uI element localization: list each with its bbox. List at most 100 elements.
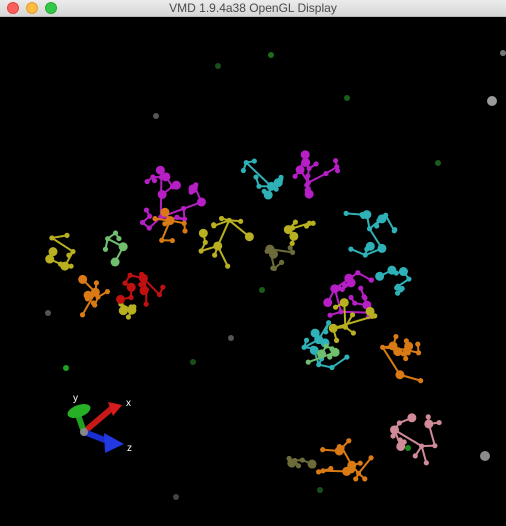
stray-atoms bbox=[45, 50, 506, 500]
atom bbox=[300, 150, 310, 160]
atom bbox=[152, 216, 158, 222]
atom bbox=[375, 271, 385, 281]
atom bbox=[116, 235, 122, 242]
atom bbox=[377, 214, 387, 224]
atom bbox=[226, 217, 232, 223]
atom bbox=[290, 225, 296, 231]
atom bbox=[320, 447, 326, 453]
fragment-cyan bbox=[240, 158, 284, 200]
atom bbox=[301, 344, 307, 350]
atom bbox=[144, 178, 150, 185]
atom bbox=[93, 280, 100, 286]
atom bbox=[268, 249, 278, 259]
atom bbox=[380, 344, 386, 350]
atom bbox=[346, 438, 352, 444]
atom bbox=[341, 282, 348, 288]
atom bbox=[66, 252, 72, 258]
atom bbox=[211, 222, 217, 228]
title-bar[interactable]: VMD 1.9.4a38 OpenGL Display bbox=[0, 0, 506, 17]
atom bbox=[156, 292, 163, 298]
bond bbox=[420, 445, 428, 464]
atom bbox=[159, 237, 165, 243]
stray-atom bbox=[173, 494, 179, 500]
atom bbox=[336, 285, 342, 291]
fragment-olive bbox=[286, 455, 317, 469]
atom bbox=[48, 247, 58, 257]
atom bbox=[343, 210, 349, 216]
atom bbox=[310, 463, 316, 469]
fragment-yellow bbox=[198, 215, 254, 269]
atom bbox=[160, 207, 170, 217]
atom bbox=[344, 273, 354, 283]
atom bbox=[162, 221, 168, 227]
atom bbox=[90, 300, 97, 306]
fragment-orange bbox=[315, 438, 374, 482]
fragment-cyan bbox=[375, 265, 412, 296]
atom bbox=[143, 301, 149, 307]
axis-y-label: y bbox=[73, 393, 78, 404]
molecule-viewport[interactable]: x y z bbox=[0, 17, 506, 526]
atom bbox=[157, 189, 167, 199]
stray-atom bbox=[45, 310, 51, 316]
atom bbox=[303, 223, 310, 229]
atom bbox=[405, 350, 411, 356]
atom bbox=[407, 413, 417, 423]
atom bbox=[251, 158, 257, 164]
atom bbox=[301, 158, 311, 168]
atom bbox=[112, 259, 118, 265]
atom bbox=[287, 245, 293, 251]
atom bbox=[323, 170, 329, 177]
atom bbox=[313, 161, 319, 167]
atom bbox=[398, 267, 408, 277]
atom bbox=[425, 414, 431, 420]
atom bbox=[240, 167, 246, 174]
atom bbox=[424, 419, 434, 429]
atom bbox=[352, 300, 358, 306]
atom bbox=[436, 419, 442, 426]
atom bbox=[143, 207, 150, 213]
atom bbox=[139, 219, 146, 226]
fragment-cyan bbox=[343, 210, 398, 258]
stray-atom bbox=[405, 445, 411, 451]
atom bbox=[390, 425, 400, 435]
atom bbox=[151, 177, 158, 184]
atom bbox=[357, 460, 363, 466]
atom bbox=[401, 439, 407, 445]
atom bbox=[122, 280, 128, 286]
atom bbox=[348, 294, 354, 301]
atom bbox=[79, 312, 86, 318]
atom bbox=[273, 178, 283, 188]
atom bbox=[316, 362, 322, 368]
stray-atom bbox=[63, 365, 69, 371]
atom bbox=[323, 298, 333, 308]
stray-atom bbox=[317, 487, 323, 493]
atom bbox=[415, 341, 421, 347]
atom bbox=[415, 350, 422, 356]
fragment-yellow bbox=[45, 232, 76, 271]
fragment-orange bbox=[380, 333, 424, 384]
atom bbox=[243, 159, 249, 166]
atom bbox=[359, 212, 365, 218]
atom bbox=[292, 219, 299, 225]
atom bbox=[310, 328, 320, 338]
atom bbox=[374, 223, 380, 229]
atom bbox=[212, 252, 218, 258]
atom bbox=[353, 476, 359, 482]
atom bbox=[287, 460, 293, 466]
fragment-red bbox=[116, 271, 166, 307]
fragment-pink bbox=[390, 413, 442, 466]
atom bbox=[292, 457, 298, 464]
atom bbox=[112, 230, 119, 236]
stray-atom bbox=[268, 52, 274, 58]
fragment-yellow bbox=[283, 219, 316, 246]
atom bbox=[160, 284, 166, 290]
atom bbox=[196, 197, 206, 207]
opengl-display[interactable]: x y z bbox=[0, 17, 506, 526]
atom bbox=[355, 270, 361, 276]
atom bbox=[116, 294, 126, 304]
atom bbox=[362, 252, 368, 258]
atom bbox=[138, 282, 144, 288]
atom bbox=[295, 165, 305, 175]
atom bbox=[339, 298, 349, 308]
atom bbox=[396, 420, 402, 426]
